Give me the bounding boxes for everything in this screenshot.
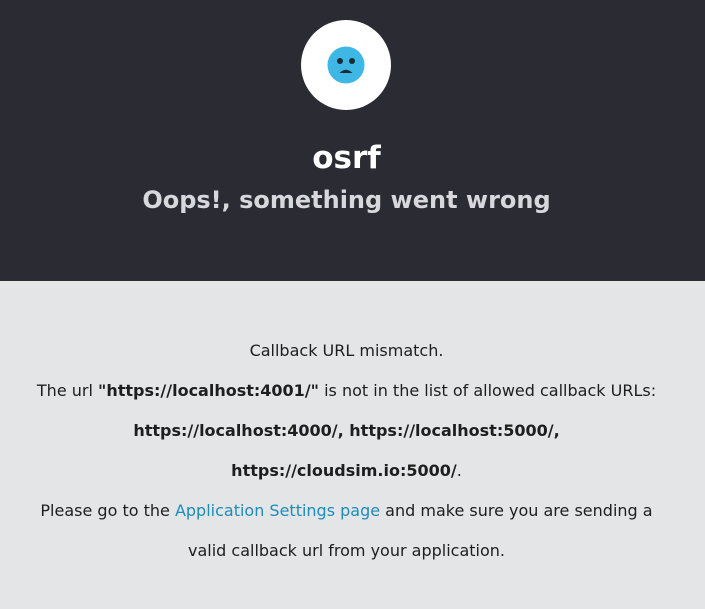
help-text-line-1: Please go to the Application Settings pa… bbox=[0, 500, 693, 522]
allowed-urls-period: . bbox=[456, 461, 462, 480]
allowed-callback-url-last: https://cloudsim.io:5000/ bbox=[231, 461, 457, 480]
help-suffix-text: and make sure you are sending a bbox=[380, 501, 653, 520]
allowed-urls-line-1: https://localhost:4000/, https://localho… bbox=[0, 420, 693, 442]
allowed-callback-urls: https://localhost:4000/, https://localho… bbox=[133, 421, 560, 440]
app-name: osrf bbox=[312, 140, 381, 176]
error-message: Callback URL mismatch. bbox=[249, 341, 444, 360]
url-prefix-text: The url bbox=[36, 381, 98, 400]
help-text-line-2: valid callback url from your application… bbox=[188, 541, 505, 560]
allowed-urls-line-2: https://cloudsim.io:5000/. bbox=[0, 460, 693, 482]
error-header: osrf Oops!, something went wrong bbox=[0, 0, 705, 281]
app-logo bbox=[301, 20, 391, 110]
help-prefix-text: Please go to the bbox=[40, 501, 175, 520]
mismatch-description: The url "https://localhost:4001/" is not… bbox=[0, 380, 693, 402]
error-title: Oops!, something went wrong bbox=[142, 186, 551, 214]
rejected-callback-url: "https://localhost:4001/" bbox=[98, 381, 319, 400]
url-suffix-text: is not in the list of allowed callback U… bbox=[319, 381, 657, 400]
error-details: Callback URL mismatch. The url "https://… bbox=[0, 281, 705, 609]
sad-face-icon bbox=[327, 46, 365, 84]
application-settings-link[interactable]: Application Settings page bbox=[175, 501, 380, 520]
